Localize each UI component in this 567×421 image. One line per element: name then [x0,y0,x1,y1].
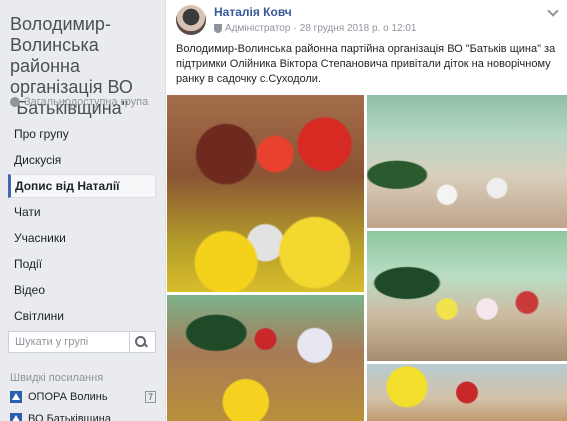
post-card: Наталія Ковч Адміністратор · 28 грудня 2… [165,0,567,421]
nav-item-photos[interactable]: Світлини [8,303,156,329]
shortcut-item[interactable]: ОПОРА Волинь 7 [10,388,156,406]
search-icon[interactable] [129,332,151,352]
nav-item-post-from-natalia[interactable]: Допис від Наталії [8,174,156,198]
post-photo[interactable] [367,364,567,421]
post-photo[interactable] [367,231,567,361]
shortcut-label: ВО Батьківщина [28,413,111,421]
group-logo-icon [10,391,22,403]
notification-badge: 7 [144,391,156,403]
post-options-chevron-icon[interactable] [547,6,559,18]
post-photo[interactable] [167,295,364,421]
nav-item-members[interactable]: Учасники [8,225,156,251]
nav-item-about[interactable]: Про групу [8,121,156,147]
post-text: Володимир-Волинська районна партійна орг… [176,43,556,85]
search-input[interactable] [9,336,129,348]
admin-icon [214,24,222,33]
group-nav: Про групу Дискусія Допис від Наталії Чат… [8,121,156,329]
nav-item-chats[interactable]: Чати [8,199,156,225]
group-search [8,331,156,353]
nav-item-discussion[interactable]: Дискусія [8,147,156,173]
group-sidebar: Володимир-Волинська районна організація … [0,0,160,421]
post-photo[interactable] [367,95,567,228]
privacy-label: Загальнодоступна група [24,96,149,108]
group-logo-icon [10,413,22,421]
post-author[interactable]: Наталія Ковч [214,5,292,19]
group-privacy: Загальнодоступна група [10,96,148,108]
nav-item-events[interactable]: Події [8,251,156,277]
post-photo[interactable] [167,95,364,292]
post-date[interactable]: 28 грудня 2018 р. о 12:01 [300,23,417,34]
shortcut-label: ОПОРА Волинь [28,391,108,403]
post-meta: Адміністратор · 28 грудня 2018 р. о 12:0… [214,23,417,34]
meta-separator: · [293,23,297,34]
globe-icon [10,97,20,107]
author-role: Адміністратор [225,23,291,34]
shortcuts-title: Швидкі посилання [10,372,104,384]
shortcut-item[interactable]: ВО Батьківщина [10,410,156,421]
author-avatar[interactable] [176,5,206,35]
nav-item-videos[interactable]: Відео [8,277,156,303]
